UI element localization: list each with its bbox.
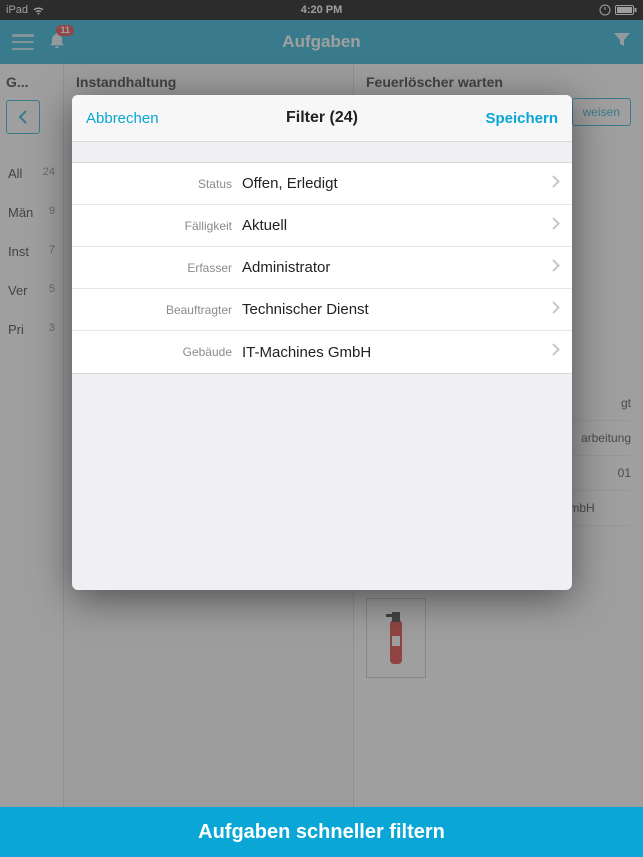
filter-item-assignee[interactable]: Beauftragter Technischer Dienst xyxy=(72,289,572,331)
filter-item-label: Fälligkeit xyxy=(72,219,242,233)
save-button[interactable]: Speichern xyxy=(485,110,558,127)
chevron-right-icon xyxy=(552,343,560,361)
filter-list: Status Offen, Erledigt Fälligkeit Aktuel… xyxy=(72,162,572,374)
cancel-button[interactable]: Abbrechen xyxy=(86,110,159,127)
filter-item-value: IT-Machines GmbH xyxy=(242,344,552,361)
filter-item-value: Administrator xyxy=(242,259,552,276)
filter-item-value: Technischer Dienst xyxy=(242,301,552,318)
modal-header: Abbrechen Filter (24) Speichern xyxy=(72,95,572,142)
filter-item-building[interactable]: Gebäude IT-Machines GmbH xyxy=(72,331,572,373)
filter-item-creator[interactable]: Erfasser Administrator xyxy=(72,247,572,289)
chevron-right-icon xyxy=(552,175,560,193)
filter-modal: Abbrechen Filter (24) Speichern Status O… xyxy=(72,95,572,590)
filter-item-label: Beauftragter xyxy=(72,303,242,317)
filter-item-label: Gebäude xyxy=(72,345,242,359)
filter-item-value: Offen, Erledigt xyxy=(242,175,552,192)
filter-item-status[interactable]: Status Offen, Erledigt xyxy=(72,163,572,205)
chevron-right-icon xyxy=(552,217,560,235)
banner-text: Aufgaben schneller filtern xyxy=(198,821,445,844)
modal-title: Filter (24) xyxy=(286,109,358,127)
filter-item-value: Aktuell xyxy=(242,217,552,234)
chevron-right-icon xyxy=(552,259,560,277)
filter-item-due[interactable]: Fälligkeit Aktuell xyxy=(72,205,572,247)
filter-item-label: Status xyxy=(72,177,242,191)
filter-item-label: Erfasser xyxy=(72,261,242,275)
bottom-banner: Aufgaben schneller filtern xyxy=(0,807,643,857)
chevron-right-icon xyxy=(552,301,560,319)
